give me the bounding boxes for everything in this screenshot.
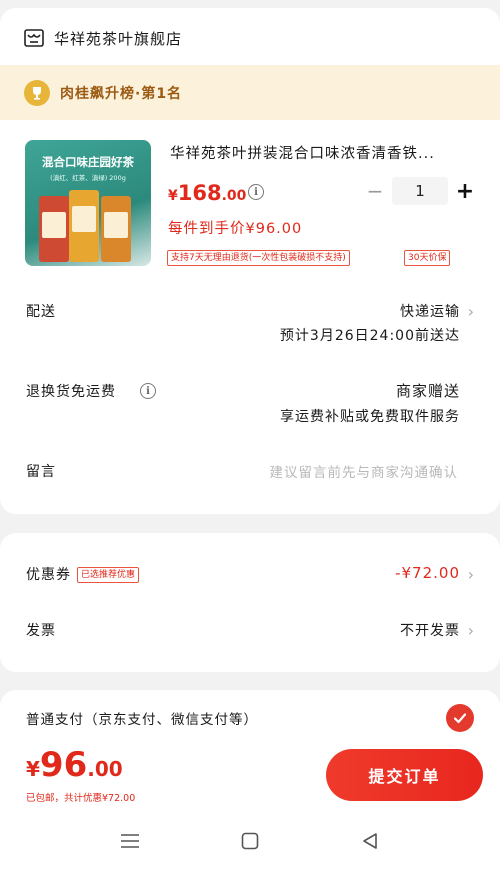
return-policy-tag: 支持7天无理由退货(一次性包装破损不支持) (167, 250, 350, 266)
total-integer: 96 (39, 745, 88, 785)
price-info-icon[interactable]: i (248, 184, 264, 200)
invoice-label: 发票 (26, 623, 56, 639)
product-image-subtitle: (滇红、红茶、滇绿) 200g (50, 174, 126, 182)
payment-method-label[interactable]: 普通支付（京东支付、微信支付等） (26, 708, 258, 728)
return-fee-info-icon[interactable]: i (140, 383, 156, 399)
product-image-title: 混合口味庄园好茶 (42, 155, 134, 169)
price-decimal: .00 (221, 188, 247, 204)
back-icon[interactable] (358, 829, 382, 853)
coupon-tag: 已选推荐优惠 (77, 567, 140, 583)
return-fee-label: 退换货免运费 (26, 384, 116, 400)
home-icon[interactable] (238, 829, 262, 853)
return-fee-value: 商家赠送 (395, 382, 460, 400)
chevron-right-icon: › (467, 565, 474, 584)
rank-text: 肉桂飙升榜·第1名 (60, 85, 183, 102)
note-input[interactable]: 建议留言前先与商家沟通确认 (270, 461, 459, 481)
total-decimal: .00 (87, 757, 123, 781)
coupon-label-text: 优惠券 (26, 567, 71, 583)
order-card: 华祥苑茶叶旗舰店 肉桂飙升榜·第1名 混合口味庄园好茶 (滇红、红茶、滇绿) 2… (0, 8, 500, 514)
product-price: ¥ 168 .00 (168, 181, 246, 205)
total-price: ¥ 96 .00 (26, 745, 123, 785)
coupon-value: -¥72.00 (395, 564, 460, 582)
rank-banner[interactable]: 肉桂飙升榜·第1名 (0, 65, 500, 120)
total-symbol: ¥ (26, 757, 40, 781)
tea-can (69, 190, 99, 262)
checkout-bar: ¥ 96 .00 已包邮，共计优惠¥72.00 提交订单 (0, 741, 500, 809)
delivery-eta: 预计3月26日24:00前送达 (279, 328, 460, 344)
price-integer: 168 (177, 181, 222, 205)
decrease-button[interactable]: − (364, 179, 386, 203)
tea-can (39, 196, 69, 262)
product-title[interactable]: 华祥苑茶叶拼装混合口味浓香清香铁... (170, 142, 480, 163)
system-nav-bar (0, 809, 500, 872)
shipping-discount-note: 已包邮，共计优惠¥72.00 (26, 793, 136, 804)
chevron-right-icon: › (467, 621, 474, 640)
discount-card: 优惠券 已选推荐优惠 -¥72.00 › 发票 不开发票 › (0, 533, 500, 672)
price-symbol: ¥ (168, 188, 178, 204)
chevron-right-icon: › (467, 302, 474, 321)
invoice-value: 不开发票 (400, 623, 460, 639)
payment-selected-check-icon[interactable] (446, 704, 474, 732)
note-label: 留言 (26, 464, 56, 480)
tea-can (101, 196, 131, 262)
product-image[interactable]: 混合口味庄园好茶 (滇红、红茶、滇绿) 200g (25, 140, 151, 266)
store-header[interactable]: 华祥苑茶叶旗舰店 (24, 26, 182, 50)
store-name[interactable]: 华祥苑茶叶旗舰店 (54, 28, 182, 49)
trophy-icon (24, 79, 50, 106)
price-protect-tag: 30天价保 (404, 250, 451, 266)
quantity-input[interactable]: 1 (392, 177, 448, 205)
delivery-method: 快递运输 (400, 304, 460, 320)
delivery-label: 配送 (26, 304, 56, 320)
coupon-label: 优惠券 已选推荐优惠 (26, 564, 140, 584)
store-icon (24, 29, 44, 47)
return-fee-desc: 享运费补贴或免费取件服务 (280, 409, 460, 425)
submit-order-button[interactable]: 提交订单 (326, 749, 483, 801)
menu-icon[interactable] (118, 829, 142, 853)
increase-button[interactable]: + (454, 179, 476, 204)
each-price: 每件到手价¥96.00 (168, 221, 303, 237)
quantity-stepper: − 1 + (364, 177, 476, 205)
